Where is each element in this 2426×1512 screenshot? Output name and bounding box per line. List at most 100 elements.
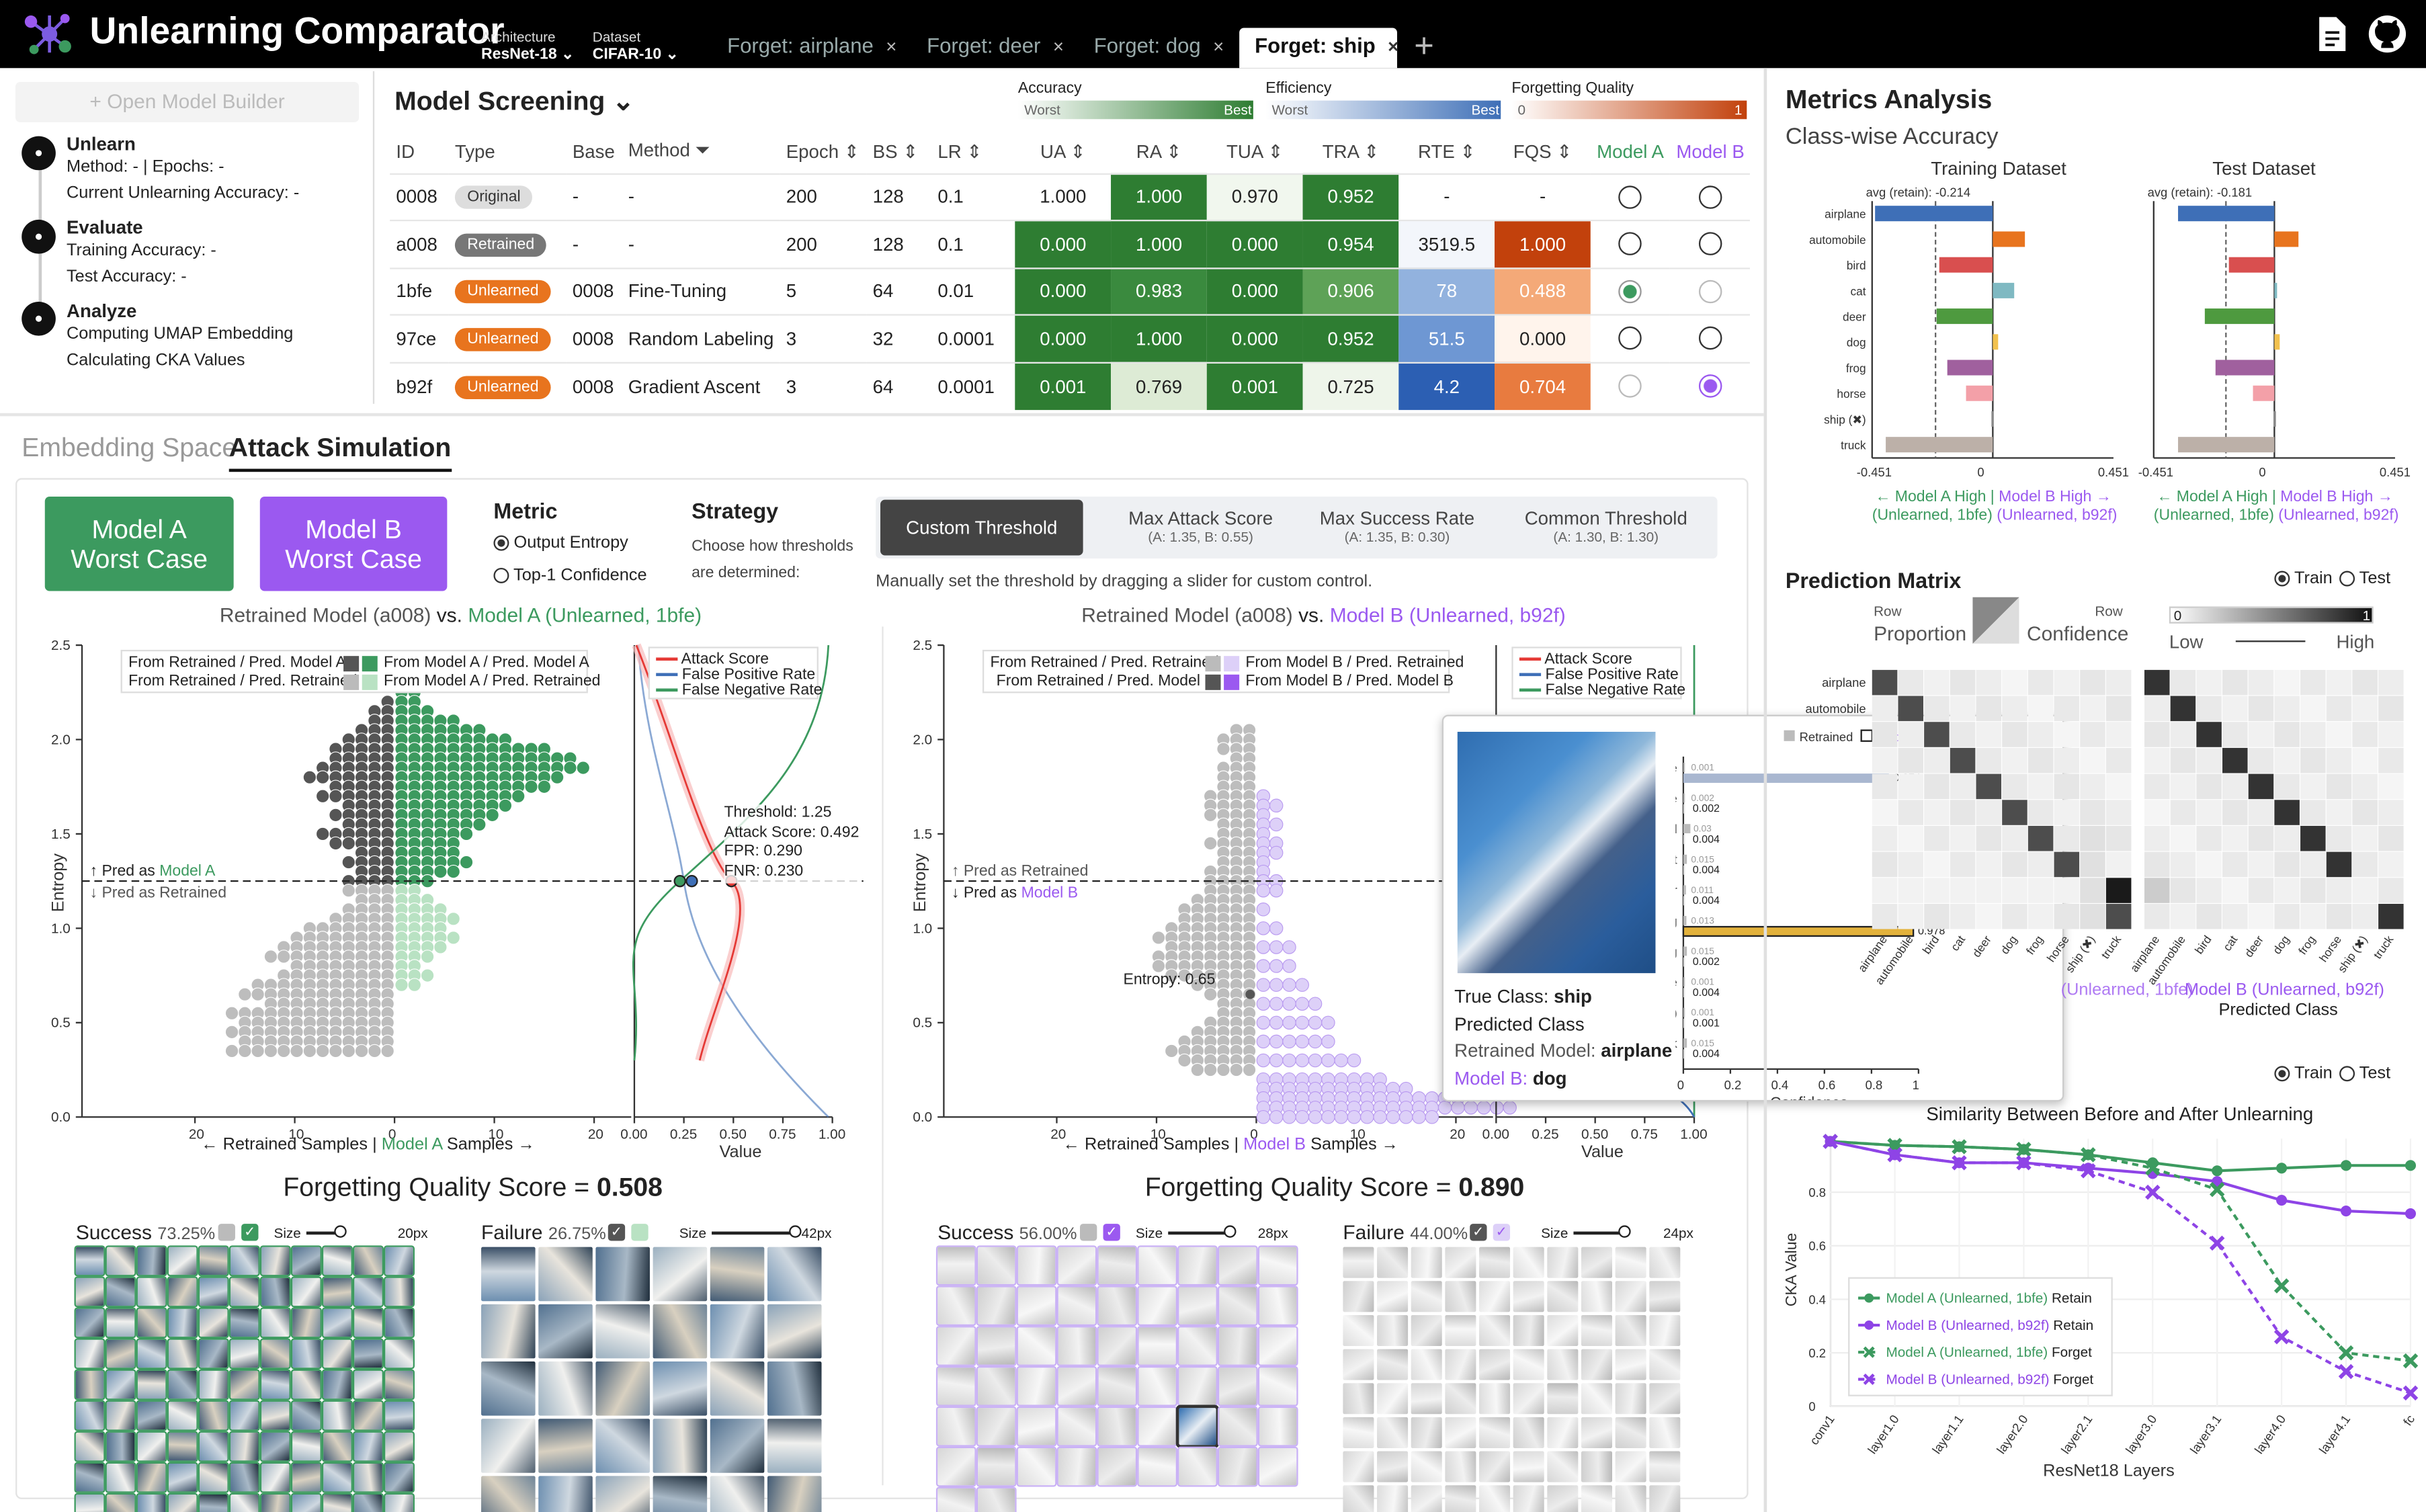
sample-thumbnail[interactable] (595, 1361, 650, 1416)
slider-thumb[interactable] (789, 1225, 802, 1238)
sample-thumbnail[interactable] (352, 1400, 384, 1431)
sample-thumbnail[interactable] (1137, 1245, 1178, 1286)
sample-thumbnail[interactable] (1478, 1281, 1511, 1312)
metric-option-entropy[interactable]: Output Entropy (493, 534, 628, 552)
sample-thumbnail[interactable] (976, 1366, 1017, 1406)
radio-icon[interactable] (493, 568, 509, 584)
sample-thumbnail[interactable] (538, 1247, 593, 1302)
sample-thumbnail[interactable] (352, 1462, 384, 1493)
sample-thumbnail[interactable] (1615, 1247, 1646, 1278)
sample-thumbnail[interactable] (228, 1338, 260, 1370)
sample-thumbnail[interactable] (935, 1286, 976, 1327)
sample-thumbnail[interactable] (383, 1369, 415, 1400)
sample-thumbnail[interactable] (1649, 1247, 1681, 1278)
sample-thumbnail[interactable] (1478, 1417, 1511, 1448)
sample-thumbnail[interactable] (259, 1338, 291, 1370)
column-header[interactable]: Model B (1670, 130, 1751, 173)
sample-thumbnail[interactable] (136, 1400, 167, 1431)
sample-thumbnail[interactable] (1411, 1485, 1442, 1512)
sample-thumbnail[interactable] (1445, 1314, 1476, 1347)
sample-thumbnail[interactable] (1547, 1383, 1579, 1415)
sample-thumbnail[interactable] (595, 1247, 650, 1302)
sample-thumbnail[interactable] (290, 1245, 322, 1277)
sample-thumbnail[interactable] (1411, 1451, 1442, 1482)
failure-thumbnails-a[interactable] (481, 1247, 822, 1512)
checkbox-checked[interactable]: ✓ (1493, 1224, 1511, 1241)
sample-thumbnail[interactable] (1137, 1446, 1178, 1487)
sample-thumbnail[interactable] (1445, 1485, 1476, 1512)
sample-thumbnail[interactable] (259, 1369, 291, 1400)
sample-thumbnail[interactable] (1478, 1383, 1511, 1415)
sample-thumbnail[interactable] (1581, 1281, 1612, 1312)
sample-thumbnail[interactable] (481, 1247, 536, 1302)
sample-thumbnail[interactable] (136, 1245, 167, 1277)
sample-thumbnail[interactable] (105, 1307, 136, 1339)
sample-thumbnail[interactable] (1097, 1366, 1138, 1406)
dataset-select[interactable]: CIFAR-10 ⌄ (593, 46, 679, 63)
sample-thumbnail[interactable] (167, 1369, 198, 1400)
sample-thumbnail[interactable] (352, 1493, 384, 1512)
sample-thumbnail[interactable] (1581, 1349, 1612, 1380)
sample-thumbnail[interactable] (198, 1276, 229, 1308)
radio-icon[interactable] (1698, 185, 1722, 209)
sample-thumbnail[interactable] (136, 1276, 167, 1308)
sample-thumbnail[interactable] (976, 1486, 1017, 1512)
close-icon[interactable]: × (1388, 36, 1398, 57)
sample-thumbnail[interactable] (1377, 1281, 1409, 1312)
sample-thumbnail[interactable] (976, 1286, 1017, 1327)
column-header[interactable]: FQS ⇕ (1495, 130, 1591, 173)
sample-thumbnail[interactable] (710, 1361, 765, 1416)
metric-option-confidence[interactable]: Top-1 Confidence (493, 566, 647, 585)
sample-thumbnail[interactable] (595, 1476, 650, 1512)
sample-thumbnail[interactable] (1581, 1417, 1612, 1448)
sample-thumbnail[interactable] (1175, 1404, 1220, 1448)
sample-thumbnail[interactable] (1547, 1485, 1579, 1512)
sample-thumbnail[interactable] (167, 1276, 198, 1308)
sample-thumbnail[interactable] (1513, 1383, 1544, 1415)
sample-thumbnail[interactable] (198, 1431, 229, 1462)
column-header[interactable]: TRA ⇕ (1303, 130, 1399, 173)
sample-thumbnail[interactable] (74, 1307, 106, 1339)
sample-thumbnail[interactable] (290, 1307, 322, 1339)
sample-thumbnail[interactable] (1377, 1383, 1409, 1415)
sample-thumbnail[interactable] (1445, 1451, 1476, 1482)
sample-thumbnail[interactable] (595, 1304, 650, 1359)
sample-thumbnail[interactable] (136, 1493, 167, 1512)
sample-thumbnail[interactable] (228, 1276, 260, 1308)
sample-thumbnail[interactable] (228, 1400, 260, 1431)
sample-thumbnail[interactable] (321, 1462, 353, 1493)
sample-thumbnail[interactable] (1343, 1383, 1374, 1415)
slider-thumb[interactable] (1224, 1225, 1237, 1238)
radio-icon[interactable] (1618, 233, 1642, 256)
tab-forget-deer[interactable]: Forget: deer × (911, 28, 1076, 68)
sample-thumbnail[interactable] (105, 1338, 136, 1370)
matrix-toggle-icon[interactable] (1972, 597, 2019, 644)
sample-thumbnail[interactable] (167, 1338, 198, 1370)
sample-thumbnail[interactable] (1615, 1417, 1646, 1448)
sample-thumbnail[interactable] (1411, 1281, 1442, 1312)
sample-thumbnail[interactable] (1016, 1406, 1057, 1447)
strategy-max-success-rate[interactable]: Max Success Rate (A: 1.35, B: 0.30) (1312, 497, 1482, 558)
sample-thumbnail[interactable] (1445, 1349, 1476, 1380)
sample-thumbnail[interactable] (1649, 1485, 1681, 1512)
sample-thumbnail[interactable] (1478, 1247, 1511, 1278)
table-row[interactable]: b92f Unlearned 0008 Gradient Ascent 3 64 0.000… (390, 361, 1751, 409)
radio-icon[interactable] (493, 535, 509, 551)
sample-thumbnail[interactable] (710, 1247, 765, 1302)
sample-thumbnail[interactable] (710, 1419, 765, 1473)
sample-thumbnail[interactable] (1581, 1485, 1612, 1512)
checkbox-checked[interactable]: ✓ (608, 1224, 626, 1241)
sample-thumbnail[interactable] (1411, 1314, 1442, 1347)
column-header[interactable]: Type (449, 130, 567, 173)
checkbox[interactable] (1080, 1224, 1097, 1241)
sample-thumbnail[interactable] (976, 1446, 1017, 1487)
sample-thumbnail[interactable] (710, 1476, 765, 1512)
sample-thumbnail[interactable] (1137, 1366, 1178, 1406)
sample-thumbnail[interactable] (136, 1307, 167, 1339)
sample-thumbnail[interactable] (935, 1486, 976, 1512)
sample-thumbnail[interactable] (1547, 1451, 1579, 1482)
sample-thumbnail[interactable] (1257, 1326, 1298, 1366)
sample-thumbnail[interactable] (1177, 1245, 1218, 1286)
sample-thumbnail[interactable] (290, 1338, 322, 1370)
column-header[interactable]: Epoch ⇕ (780, 130, 867, 173)
